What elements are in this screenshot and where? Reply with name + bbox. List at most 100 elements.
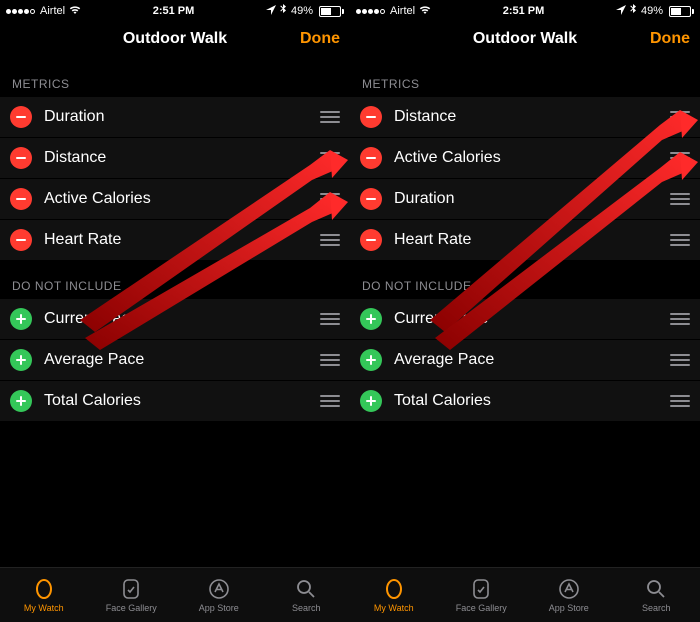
tab-bar: My Watch Face Gallery App Store Search <box>0 567 350 622</box>
metric-row[interactable]: Distance <box>0 138 350 179</box>
remove-icon[interactable] <box>10 106 32 128</box>
location-icon <box>266 5 276 18</box>
reorder-handle-icon[interactable] <box>668 354 690 366</box>
metric-label: Active Calories <box>44 190 318 208</box>
tab-app-store[interactable]: App Store <box>525 568 613 622</box>
signal-dots-icon <box>356 5 386 17</box>
reorder-handle-icon[interactable] <box>668 395 690 407</box>
face-gallery-icon <box>119 577 143 601</box>
tab-label: Search <box>292 603 321 613</box>
exclude-label: Current Pace <box>394 310 668 328</box>
reorder-handle-icon[interactable] <box>318 234 340 246</box>
status-time: 2:51 PM <box>153 5 195 17</box>
status-time: 2:51 PM <box>503 5 545 17</box>
status-bar: Airtel 2:51 PM 49% <box>350 0 700 20</box>
tab-label: My Watch <box>374 603 414 613</box>
wifi-icon <box>419 5 431 18</box>
bluetooth-icon <box>630 4 637 18</box>
status-bar: Airtel 2:51 PM 49% <box>0 0 350 20</box>
remove-icon[interactable] <box>360 229 382 251</box>
metric-row[interactable]: Active Calories <box>350 138 700 179</box>
metric-row[interactable]: Duration <box>350 179 700 220</box>
reorder-handle-icon[interactable] <box>318 395 340 407</box>
exclude-row[interactable]: Total Calories <box>0 381 350 422</box>
reorder-handle-icon[interactable] <box>318 313 340 325</box>
reorder-handle-icon[interactable] <box>318 152 340 164</box>
reorder-handle-icon[interactable] <box>668 152 690 164</box>
remove-icon[interactable] <box>10 147 32 169</box>
metric-label: Active Calories <box>394 149 668 167</box>
add-icon[interactable] <box>10 349 32 371</box>
exclude-row[interactable]: Current Pace <box>0 299 350 340</box>
carrier-label: Airtel <box>390 5 415 17</box>
wifi-icon <box>69 5 81 18</box>
reorder-handle-icon[interactable] <box>318 354 340 366</box>
tab-label: My Watch <box>24 603 64 613</box>
tab-search[interactable]: Search <box>613 568 700 622</box>
section-header-metrics: METRICS <box>0 59 350 97</box>
search-icon <box>294 577 318 601</box>
done-button[interactable]: Done <box>650 30 690 48</box>
nav-header: Outdoor Walk Done <box>0 20 350 59</box>
remove-icon[interactable] <box>360 147 382 169</box>
metric-label: Distance <box>394 108 668 126</box>
exclude-row[interactable]: Total Calories <box>350 381 700 422</box>
section-header-exclude: DO NOT INCLUDE <box>350 261 700 299</box>
reorder-handle-icon[interactable] <box>668 193 690 205</box>
add-icon[interactable] <box>360 308 382 330</box>
tab-bar: My Watch Face Gallery App Store Search <box>350 567 700 622</box>
tab-label: Search <box>642 603 671 613</box>
screenshot-right: Airtel 2:51 PM 49% Outdoor Walk Done MET… <box>350 0 700 622</box>
metric-row[interactable]: Heart Rate <box>350 220 700 261</box>
tab-face-gallery[interactable]: Face Gallery <box>88 568 176 622</box>
remove-icon[interactable] <box>360 106 382 128</box>
watch-icon <box>32 577 56 601</box>
exclude-row[interactable]: Current Pace <box>350 299 700 340</box>
remove-icon[interactable] <box>360 188 382 210</box>
metric-label: Heart Rate <box>44 231 318 249</box>
battery-icon <box>667 6 694 17</box>
remove-icon[interactable] <box>10 229 32 251</box>
tab-app-store[interactable]: App Store <box>175 568 263 622</box>
location-icon <box>616 5 626 18</box>
tab-my-watch[interactable]: My Watch <box>350 568 438 622</box>
tab-search[interactable]: Search <box>263 568 351 622</box>
search-icon <box>644 577 668 601</box>
signal-dots-icon <box>6 5 36 17</box>
done-button[interactable]: Done <box>300 30 340 48</box>
add-icon[interactable] <box>10 390 32 412</box>
tab-label: Face Gallery <box>456 603 507 613</box>
exclude-row[interactable]: Average Pace <box>350 340 700 381</box>
tab-label: App Store <box>199 603 239 613</box>
metric-row[interactable]: Active Calories <box>0 179 350 220</box>
reorder-handle-icon[interactable] <box>318 111 340 123</box>
add-icon[interactable] <box>10 308 32 330</box>
app-store-icon <box>557 577 581 601</box>
watch-icon <box>382 577 406 601</box>
remove-icon[interactable] <box>10 188 32 210</box>
screenshot-left: Airtel 2:51 PM 49% Outdoor Walk Done MET… <box>0 0 350 622</box>
add-icon[interactable] <box>360 390 382 412</box>
page-title: Outdoor Walk <box>473 30 577 48</box>
metric-row[interactable]: Distance <box>350 97 700 138</box>
tab-my-watch[interactable]: My Watch <box>0 568 88 622</box>
metric-label: Distance <box>44 149 318 167</box>
reorder-handle-icon[interactable] <box>668 234 690 246</box>
section-header-exclude: DO NOT INCLUDE <box>0 261 350 299</box>
reorder-handle-icon[interactable] <box>668 111 690 123</box>
exclude-label: Average Pace <box>394 351 668 369</box>
exclude-label: Current Pace <box>44 310 318 328</box>
metric-row[interactable]: Heart Rate <box>0 220 350 261</box>
bluetooth-icon <box>280 4 287 18</box>
section-header-metrics: METRICS <box>350 59 700 97</box>
nav-header: Outdoor Walk Done <box>350 20 700 59</box>
reorder-handle-icon[interactable] <box>668 313 690 325</box>
metric-label: Duration <box>394 190 668 208</box>
metric-row[interactable]: Duration <box>0 97 350 138</box>
app-store-icon <box>207 577 231 601</box>
exclude-row[interactable]: Average Pace <box>0 340 350 381</box>
tab-face-gallery[interactable]: Face Gallery <box>438 568 526 622</box>
reorder-handle-icon[interactable] <box>318 193 340 205</box>
add-icon[interactable] <box>360 349 382 371</box>
page-title: Outdoor Walk <box>123 30 227 48</box>
